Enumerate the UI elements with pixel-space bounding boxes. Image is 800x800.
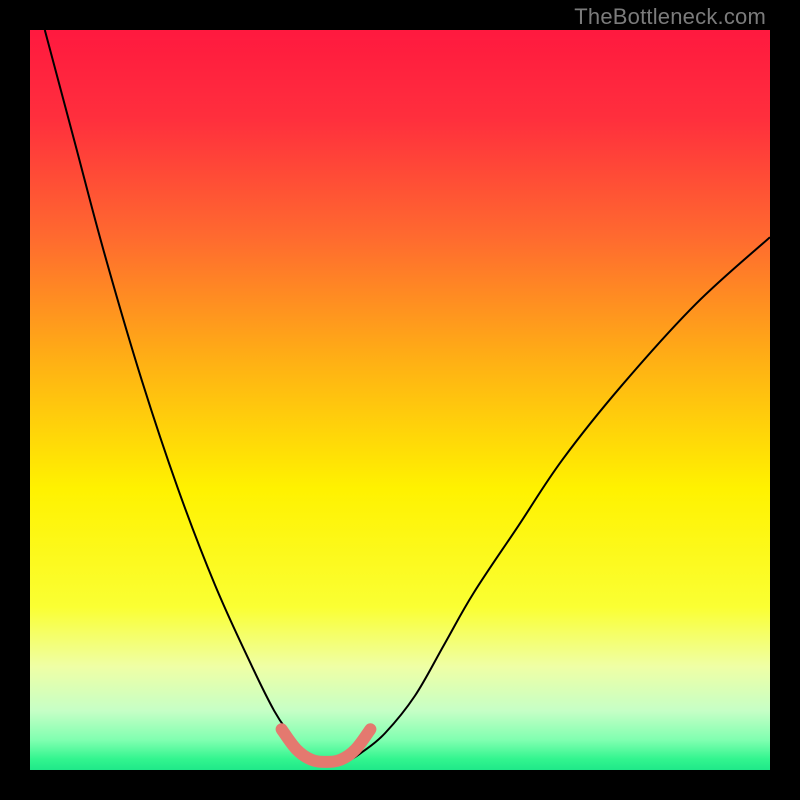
frame-right <box>770 0 800 800</box>
gradient-bg <box>30 30 770 770</box>
plot-area <box>30 30 770 770</box>
watermark-text: TheBottleneck.com <box>574 4 766 30</box>
frame-bottom <box>0 770 800 800</box>
frame-left <box>0 0 30 800</box>
chart-svg <box>30 30 770 770</box>
